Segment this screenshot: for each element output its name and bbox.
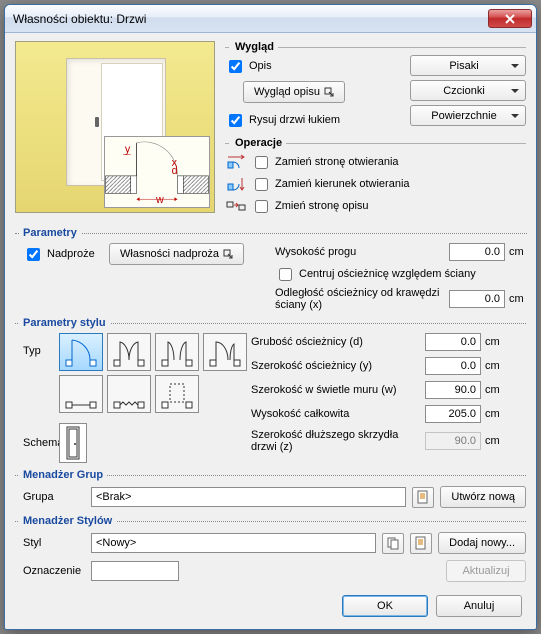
door-preview: y x d w <box>15 41 215 213</box>
szerokosc-z-label: Szerokość dłuższego skrzydła drzwi (z) <box>251 429 425 453</box>
flip-side-icon <box>225 153 247 171</box>
pisaki-dropdown[interactable]: Pisaki <box>410 55 526 76</box>
close-icon <box>505 14 515 24</box>
zmien-strone-opisu-label: Zmień stronę opisu <box>275 200 369 212</box>
grubosc-d-label: Grubość ościeżnicy (d) <box>251 336 425 348</box>
type-option-2[interactable] <box>107 333 151 371</box>
close-button[interactable] <box>488 9 532 28</box>
export-icon <box>223 249 233 259</box>
type-option-5[interactable] <box>59 375 103 413</box>
odleglosc-input[interactable] <box>449 290 505 308</box>
zmien-strone-opisu-checkbox[interactable] <box>255 200 268 213</box>
szerokosc-w-input[interactable] <box>425 381 481 399</box>
document-icon <box>416 490 430 504</box>
section-parametry-legend: Parametry <box>19 227 81 239</box>
type-option-1[interactable] <box>59 333 103 371</box>
powierzchnie-dropdown[interactable]: Powierzchnie <box>410 105 526 126</box>
type-option-3[interactable] <box>155 333 199 371</box>
section-wyglad: Wygląd Opis Wygląd opisu <box>225 41 526 131</box>
section-stylow-legend: Menadżer Stylów <box>19 515 116 527</box>
grupa-browse-button[interactable] <box>412 487 434 508</box>
wysokosc-calk-label: Wysokość całkowita <box>251 408 425 420</box>
rysuj-lukiem-checkbox[interactable] <box>229 114 242 127</box>
szerokosc-z-input <box>425 432 481 450</box>
unit-cm: cm <box>481 360 503 372</box>
wyglad-opisu-button[interactable]: Wygląd opisu <box>243 81 345 103</box>
wysokosc-progu-input[interactable] <box>449 243 505 261</box>
czcionki-dropdown[interactable]: Czcionki <box>410 80 526 101</box>
type-option-6[interactable] <box>107 375 151 413</box>
schemat-option[interactable] <box>59 423 87 463</box>
wysokosc-progu-label: Wysokość progu <box>275 246 449 258</box>
zamien-kierunek-checkbox[interactable] <box>255 178 268 191</box>
export-icon <box>324 87 334 97</box>
section-parametry-stylu-legend: Parametry stylu <box>19 317 110 329</box>
section-wyglad-legend: Wygląd <box>229 41 278 53</box>
aktualizuj-button: Aktualizuj <box>446 560 526 582</box>
oznaczenie-input[interactable] <box>91 561 179 581</box>
dialog-window: Własności obiektu: Drzwi <box>4 4 537 630</box>
svg-text:w: w <box>155 194 164 206</box>
wysokosc-calk-input[interactable] <box>425 405 481 423</box>
section-operacje-legend: Operacje <box>229 137 286 149</box>
typ-label: Typ <box>23 345 41 357</box>
section-menadzer-stylow: Menadżer Stylów Styl Dodaj nowy... Oznac… <box>15 515 526 583</box>
ok-button[interactable]: OK <box>342 595 428 617</box>
dialog-footer: OK Anuluj <box>15 585 526 619</box>
zamien-strone-checkbox[interactable] <box>255 156 268 169</box>
door-diagram: y x d w <box>104 136 210 208</box>
section-operacje: Operacje Zamień stronę otwierania Zamień… <box>225 137 526 217</box>
szerokosc-w-label: Szerokość w świetle muru (w) <box>251 384 425 396</box>
section-menadzer-grup: Menadżer Grup Grupa Utwórz nową <box>15 469 526 509</box>
rysuj-lukiem-label: Rysuj drzwi łukiem <box>249 114 340 126</box>
styl-copy-button[interactable] <box>382 533 404 554</box>
zamien-kierunek-label: Zamień kierunek otwierania <box>275 178 410 190</box>
szerokosc-y-input[interactable] <box>425 357 481 375</box>
unit-cm: cm <box>481 408 503 420</box>
szerokosc-y-label: Szerokość ościeżnicy (y) <box>251 360 425 372</box>
section-parametry-stylu: Parametry stylu Typ Schemat <box>15 317 526 463</box>
svg-text:d: d <box>172 165 178 177</box>
nadproze-label: Nadproże <box>47 248 105 260</box>
document-icon <box>414 536 428 550</box>
flip-desc-icon <box>225 197 247 215</box>
section-grup-legend: Menadżer Grup <box>19 469 107 481</box>
utworz-nowa-button[interactable]: Utwórz nową <box>440 486 526 508</box>
styl-browse-button[interactable] <box>410 533 432 554</box>
client-area: y x d w Wygląd <box>5 33 536 629</box>
nadproze-checkbox[interactable] <box>27 248 40 261</box>
centruj-checkbox[interactable] <box>279 268 292 281</box>
grubosc-d-input[interactable] <box>425 333 481 351</box>
styl-input[interactable] <box>91 533 376 553</box>
type-option-4[interactable] <box>203 333 247 371</box>
unit-cm: cm <box>505 293 527 305</box>
odleglosc-label: Odległość ościeżnicy od krawędzi ściany … <box>275 287 449 311</box>
centruj-label: Centruj ościeżnicę względem ściany <box>299 268 476 280</box>
type-option-7[interactable] <box>155 375 199 413</box>
unit-cm: cm <box>481 384 503 396</box>
unit-cm: cm <box>481 336 503 348</box>
dodaj-nowy-button[interactable]: Dodaj nowy... <box>438 532 526 554</box>
section-parametry: Parametry Nadproże Własności nadproża Wy… <box>15 227 527 311</box>
wlasnosci-nadproza-button[interactable]: Własności nadproża <box>109 243 244 265</box>
titlebar: Własności obiektu: Drzwi <box>5 5 536 33</box>
grupa-input[interactable] <box>91 487 406 507</box>
svg-text:y: y <box>125 144 131 156</box>
oznaczenie-label: Oznaczenie <box>15 565 85 577</box>
grupa-label: Grupa <box>15 491 85 503</box>
copy-icon <box>386 536 400 550</box>
styl-label: Styl <box>15 537 85 549</box>
unit-cm: cm <box>481 435 503 447</box>
opis-checkbox[interactable] <box>229 60 242 73</box>
window-title: Własności obiektu: Drzwi <box>13 12 488 26</box>
opis-label: Opis <box>249 60 272 72</box>
flip-direction-icon <box>225 175 247 193</box>
anuluj-button[interactable]: Anuluj <box>436 595 522 617</box>
zamien-strone-label: Zamień stronę otwierania <box>275 156 399 168</box>
unit-cm: cm <box>505 246 527 258</box>
